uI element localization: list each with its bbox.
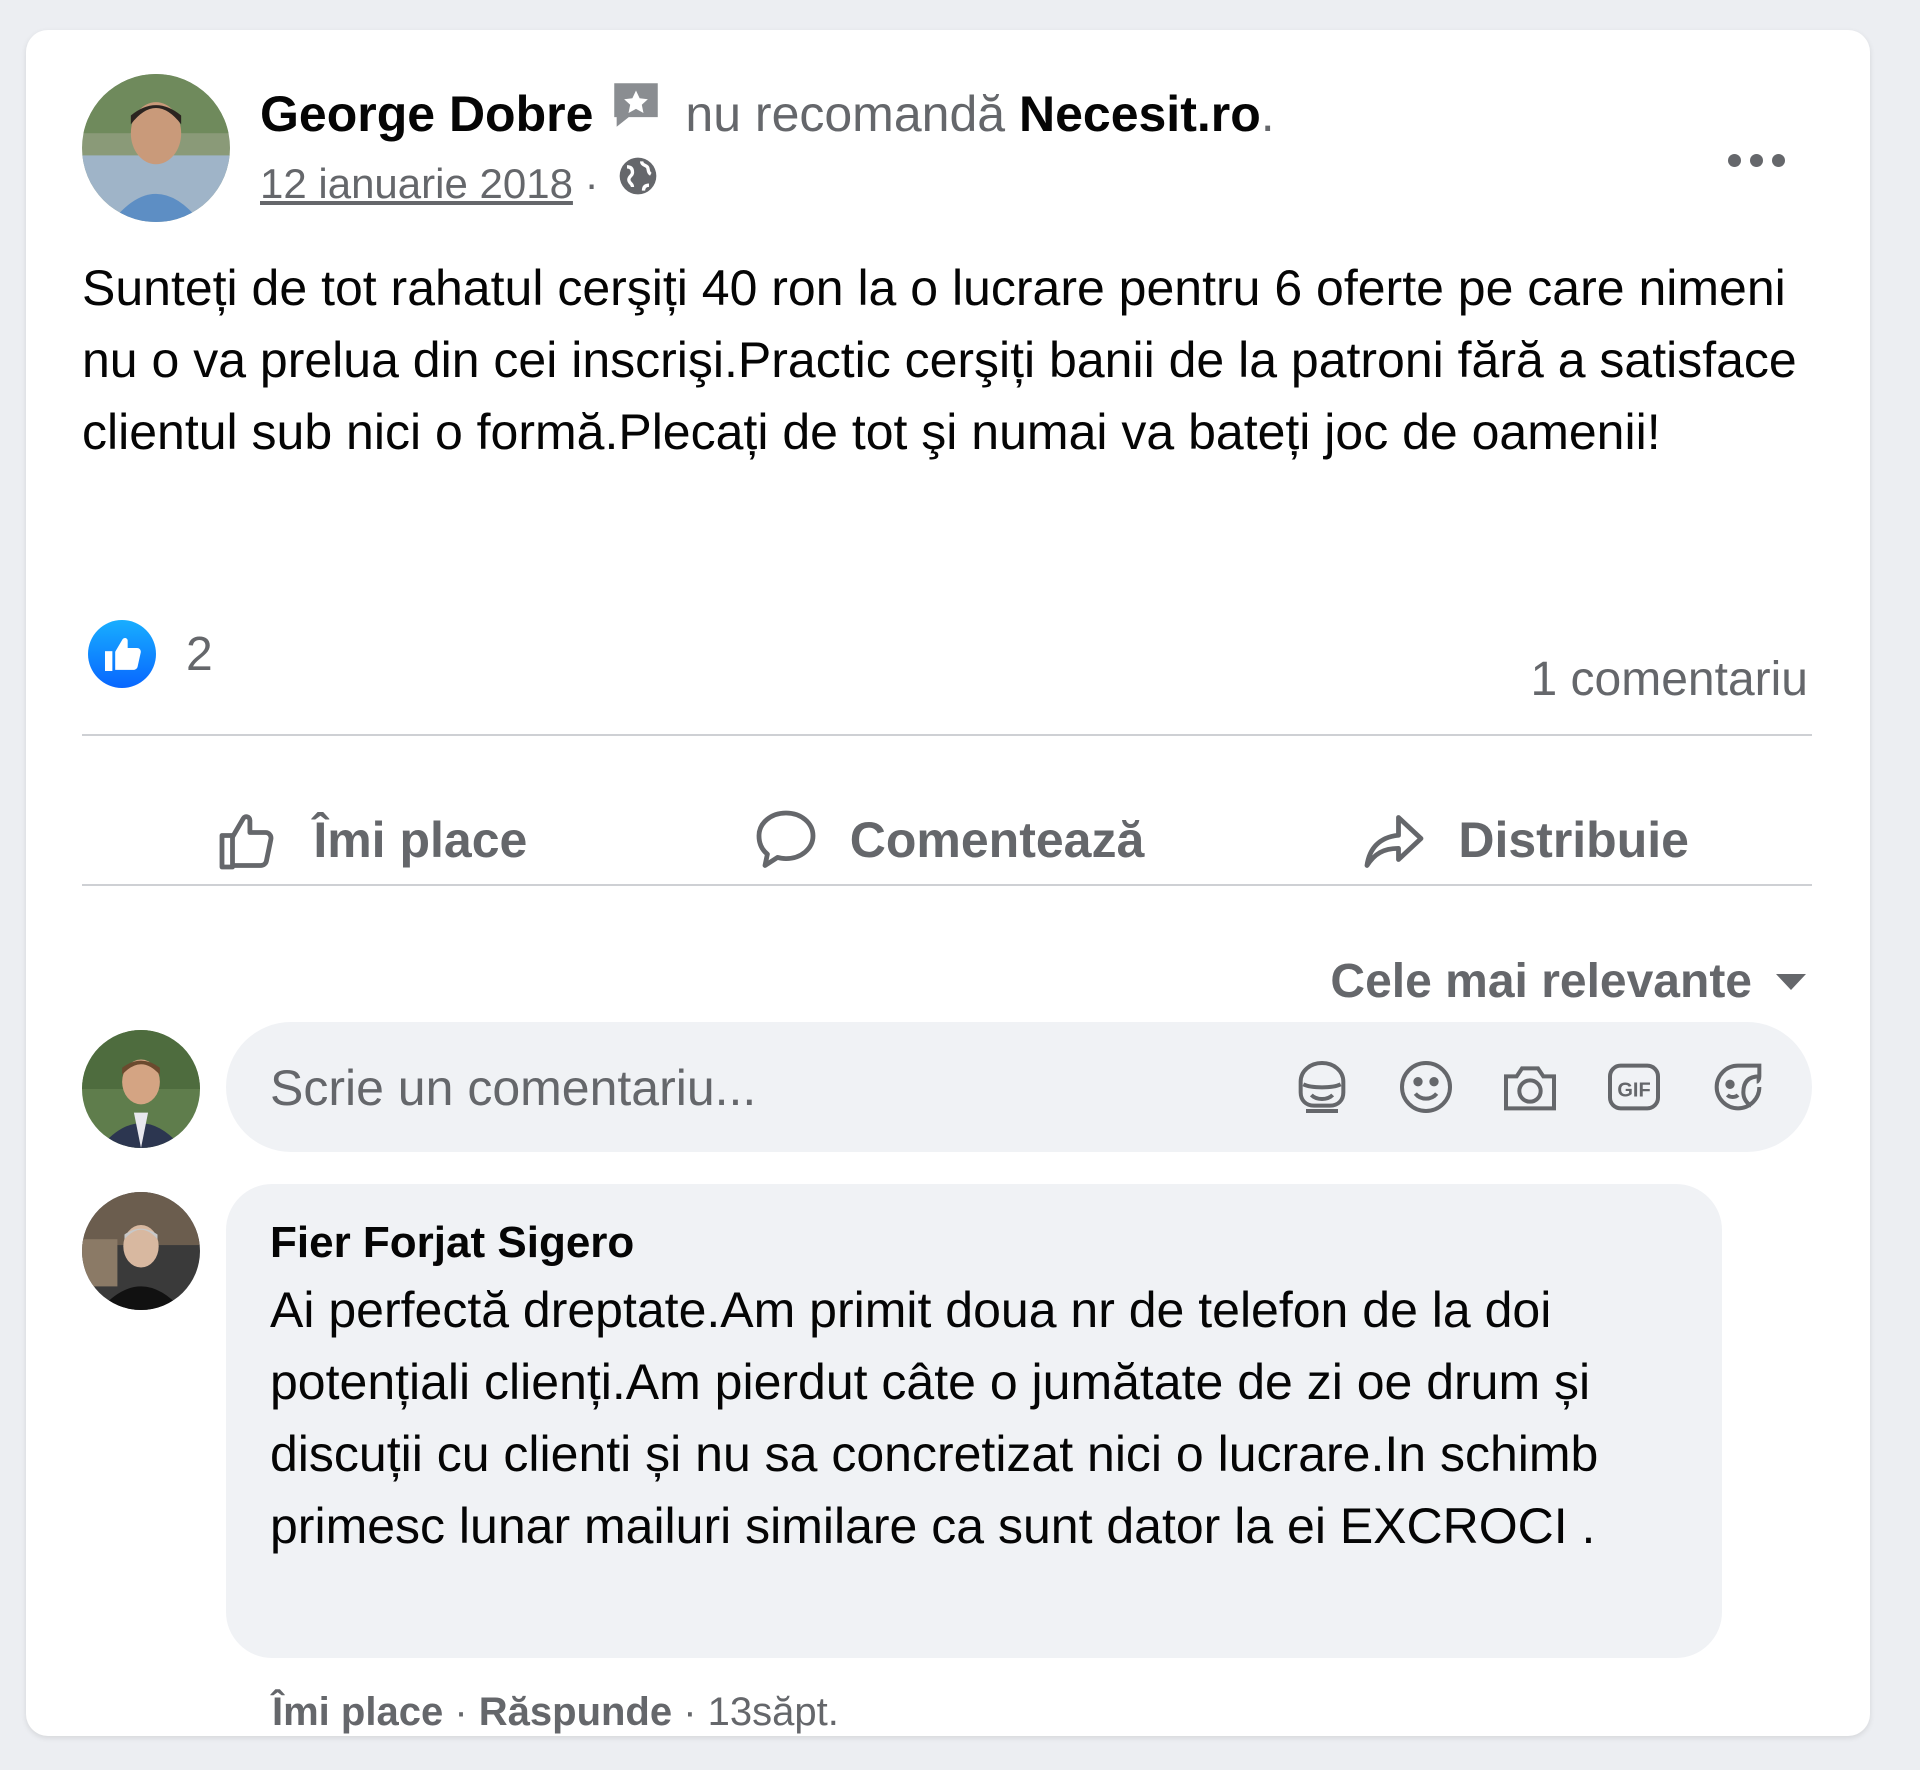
comment-actions-separator: ·: [443, 1690, 479, 1734]
post-body-text: Sunteți de tot rahatul cerşiți 40 ron la…: [82, 260, 1797, 460]
speech-bubble-icon: [756, 810, 816, 868]
comment-actions-separator: ·: [672, 1690, 708, 1734]
more-dot: [1749, 153, 1763, 167]
commenter-avatar[interactable]: [82, 1192, 200, 1310]
gif-icon[interactable]: GIF: [1602, 1055, 1666, 1119]
comment-reply-link[interactable]: Răspunde: [479, 1690, 672, 1734]
caret-down-icon: [1776, 973, 1806, 990]
comment-text: Ai perfectă dreptate.Am primit doua nr d…: [270, 1282, 1599, 1554]
like-button[interactable]: Îmi place: [82, 766, 659, 914]
comment-button-label: Comentează: [849, 812, 1145, 868]
comment-composer: GIF: [226, 1022, 1812, 1154]
post-action-bar: Îmi place Comentează Distribuie: [82, 766, 1812, 914]
comment-button[interactable]: Comentează: [659, 766, 1236, 914]
comment-timestamp[interactable]: 13săpt.: [708, 1690, 839, 1734]
emoji-icon[interactable]: [1394, 1055, 1458, 1119]
more-options-icon[interactable]: [1706, 130, 1806, 190]
comment-input[interactable]: [268, 1022, 1252, 1154]
author-name[interactable]: George Dobre: [260, 86, 593, 142]
comment-bubble: Fier Forjat Sigero Ai perfectă dreptate.…: [226, 1184, 1722, 1658]
reaction-summary[interactable]: 2: [88, 620, 213, 688]
camera-icon[interactable]: [1498, 1055, 1562, 1119]
reaction-count: 2: [186, 627, 213, 681]
like-button-label: Îmi place: [313, 812, 528, 868]
post-card: George Dobre nu recomandă Necesit.ro. 12 …: [26, 30, 1870, 1736]
thumbs-up-icon: [219, 814, 274, 870]
recommendation-status: nu recomandă: [685, 86, 1006, 143]
sort-label: Cele mai relevante: [1330, 955, 1752, 1008]
meta-separator: ·: [572, 160, 611, 207]
more-dot: [1771, 153, 1785, 167]
svg-text:GIF: GIF: [1617, 1080, 1650, 1102]
star-recommendation-icon: [607, 76, 665, 148]
comment-like-link[interactable]: Îmi place: [272, 1690, 443, 1734]
share-button[interactable]: Distribuie: [1235, 766, 1812, 914]
share-button-label: Distribuie: [1458, 812, 1689, 868]
comment-sort-dropdown[interactable]: Cele mai relevante: [1330, 954, 1808, 1009]
divider-top: [82, 734, 1812, 736]
share-arrow-icon: [1364, 815, 1424, 868]
viewer-avatar[interactable]: [82, 1030, 200, 1148]
globe-icon: [616, 154, 660, 212]
avatar-sticker-icon[interactable]: [1290, 1055, 1354, 1119]
post-header: George Dobre nu recomandă Necesit.ro.: [260, 82, 1275, 154]
more-dot: [1727, 153, 1741, 167]
comment-count-link[interactable]: 1 comentariu: [1531, 652, 1808, 707]
post-date[interactable]: 12 ianuarie 2018: [260, 160, 573, 207]
comment-actions: Îmi place · Răspunde · 13săpt.: [272, 1690, 839, 1735]
like-reaction-icon: [88, 620, 156, 688]
divider-bottom: [82, 884, 1812, 886]
sticker-icon[interactable]: [1706, 1055, 1770, 1119]
header-period: .: [1260, 86, 1275, 143]
commenter-name[interactable]: Fier Forjat Sigero: [270, 1218, 634, 1268]
author-avatar[interactable]: [82, 74, 230, 222]
composer-icons: GIF: [1290, 1055, 1770, 1119]
post-meta: 12 ianuarie 2018 ·: [260, 156, 660, 216]
reviewed-page-name[interactable]: Necesit.ro: [1019, 86, 1261, 142]
